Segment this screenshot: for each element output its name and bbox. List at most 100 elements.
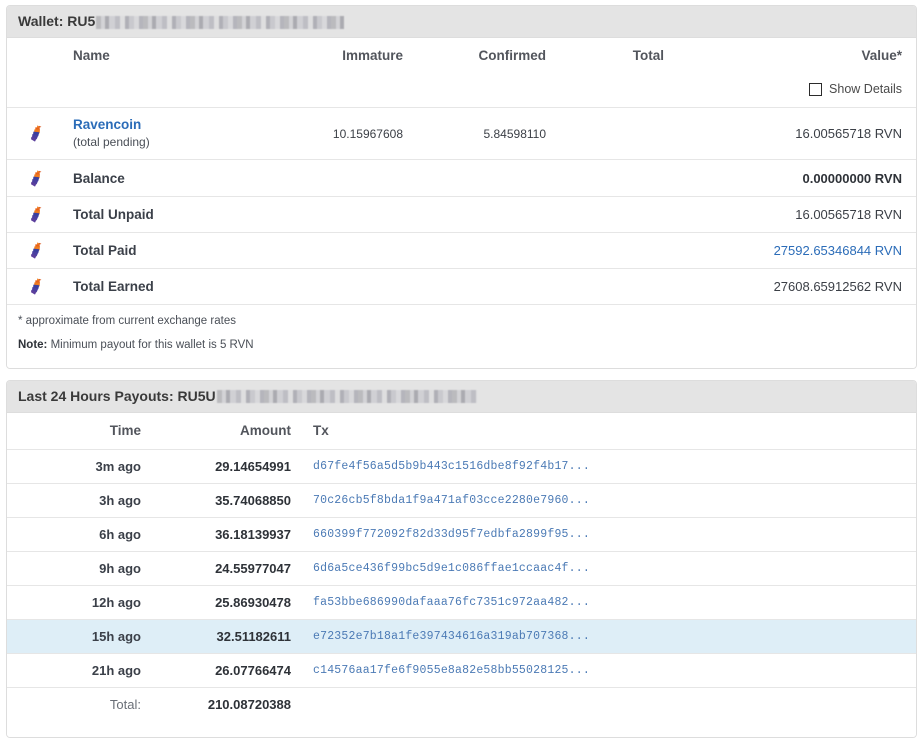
wallet-panel: Wallet: RU5 Name Immature Confirmed Tota… [6,5,917,369]
payouts-panel: Last 24 Hours Payouts: RU5U Time Amount … [6,380,917,738]
row-immature-cell [313,232,461,268]
row-confirmed-cell [461,160,611,196]
note-text: Minimum payout for this wallet is 5 RVN [47,339,253,351]
payout-total-label: Total: [7,687,159,721]
row-confirmed-cell [461,196,611,232]
payouts-table: Time Amount Tx 3m ago29.14654991d67fe4f5… [7,413,916,721]
ravencoin-icon [30,125,43,142]
payout-time: 12h ago [7,585,159,619]
payout-tx-link[interactable]: e72352e7b18a1fe397434616a319ab707368... [313,630,590,643]
coin-name-link[interactable]: Ravencoin [73,117,305,134]
page-root: Wallet: RU5 Name Immature Confirmed Tota… [0,0,923,671]
payout-tx-cell: 6d6a5ce436f99bc5d9e1c086ffae1ccaac4f... [301,551,916,585]
payout-tx-cell: e72352e7b18a1fe397434616a319ab707368... [301,619,916,653]
col-header-total: Total [611,38,736,74]
row-confirmed-cell [461,268,611,304]
col-header-name: Name [65,38,313,74]
col-header-confirmed: Confirmed [461,38,611,74]
row-immature-cell [313,268,461,304]
payout-tx-cell: c14576aa17fe6f9055e8a82e58bb55028125... [301,653,916,687]
row-coin-icon-cell [7,196,65,232]
wallet-table-row: Ravencoin(total pending)10.159676085.845… [7,108,916,160]
col-header-time: Time [7,413,159,450]
row-value-cell: 16.00565718 RVN [736,196,916,232]
payout-tx-link[interactable]: d67fe4f56a5d5b9b443c1516dbe8f92f4b17... [313,460,590,473]
payout-tx-cell: d67fe4f56a5d5b9b443c1516dbe8f92f4b17... [301,449,916,483]
minimum-payout-note: Note: Minimum payout for this wallet is … [18,338,905,354]
row-value-cell: 16.00565718 RVN [736,108,916,160]
row-immature-cell: 10.15967608 [313,108,461,160]
payout-amount: 36.18139937 [159,517,301,551]
wallet-panel-body: Name Immature Confirmed Total Value* Sho… [7,38,916,368]
payouts-rows: 3m ago29.14654991d67fe4f56a5d5b9b443c151… [7,449,916,721]
wallet-panel-header: Wallet: RU5 [7,6,916,38]
wallet-table-row: Total Earned 27608.65912562 RVN [7,268,916,304]
row-total-cell [611,268,736,304]
wallet-table-row: Balance0.00000000 RVN [7,160,916,196]
row-coin-icon-cell [7,232,65,268]
wallet-address-masked [96,16,344,29]
payout-row: 15h ago32.51182611 e72352e7b18a1fe3974346… [7,619,916,653]
wallet-table-header-row: Name Immature Confirmed Total Value* [7,38,916,74]
show-details-toggle[interactable]: Show Details [809,82,902,96]
payout-amount: 24.55977047 [159,551,301,585]
payout-row: 9h ago24.55977047 6d6a5ce436f99bc5d9e1c08… [7,551,916,585]
row-name-label: Total Paid [73,243,305,258]
row-name-label: Balance [73,171,305,186]
col-header-tx: Tx [301,413,916,450]
show-details-checkbox[interactable] [809,83,822,96]
row-total-cell [611,160,736,196]
wallet-summary-table: Name Immature Confirmed Total Value* Sho… [7,38,916,304]
payout-tx-cell: 70c26cb5f8bda1f9a471af03cce2280e7960... [301,483,916,517]
payout-tx-link[interactable]: 70c26cb5f8bda1f9a471af03cce2280e7960... [313,494,590,507]
wallet-footnotes: * approximate from current exchange rate… [7,304,916,368]
payout-total-row: Total:210.08720388 [7,687,916,721]
row-coin-icon-cell [7,160,65,196]
payout-tx-link[interactable]: 660399f772092f82d33d95f7edbfa2899f95... [313,528,590,541]
payout-time: 15h ago [7,619,159,653]
row-immature-cell [313,160,461,196]
wallet-title: Wallet: RU5 [18,14,95,28]
col-header-immature: Immature [313,38,461,74]
payout-amount: 35.74068850 [159,483,301,517]
show-details-label: Show Details [829,82,902,96]
row-coin-icon-cell [7,108,65,160]
row-name-cell: Total Paid [65,232,313,268]
row-total-cell [611,232,736,268]
payouts-footer-spacer [7,721,916,737]
col-header-icon [7,38,65,74]
payout-amount: 26.07766474 [159,653,301,687]
row-name-cell: Balance [65,160,313,196]
payout-row: 3h ago35.74068850 70c26cb5f8bda1f9a471af0… [7,483,916,517]
row-name-label: Total Unpaid [73,207,305,222]
payout-time: 9h ago [7,551,159,585]
payout-tx-link[interactable]: 6d6a5ce436f99bc5d9e1c086ffae1ccaac4f... [313,562,590,575]
row-name-cell: Total Earned [65,268,313,304]
col-header-amount: Amount [159,413,301,450]
payouts-address-masked [217,390,477,403]
row-name-cell: Ravencoin(total pending) [65,108,313,160]
wallet-table-row: Total Unpaid 16.00565718 RVN [7,196,916,232]
payout-amount: 32.51182611 [159,619,301,653]
payout-tx-link[interactable]: fa53bbe686990dafaaa76fc7351c972aa482... [313,596,590,609]
payout-time: 21h ago [7,653,159,687]
row-total-cell [611,196,736,232]
payout-amount: 29.14654991 [159,449,301,483]
row-name-sublabel: (total pending) [73,135,305,151]
payouts-panel-body: Time Amount Tx 3m ago29.14654991d67fe4f5… [7,413,916,737]
row-value-cell: 27608.65912562 RVN [736,268,916,304]
payout-tx-cell: fa53bbe686990dafaaa76fc7351c972aa482... [301,585,916,619]
row-coin-icon-cell [7,268,65,304]
exchange-rate-footnote: * approximate from current exchange rate… [18,314,905,330]
ravencoin-icon [30,278,43,295]
payout-row: 21h ago26.07766474 c14576aa17fe6f9055e8a8… [7,653,916,687]
payouts-title: Last 24 Hours Payouts: RU5U [18,389,216,403]
payout-total-amount: 210.08720388 [159,687,301,721]
row-name-cell: Total Unpaid [65,196,313,232]
payout-time: 3h ago [7,483,159,517]
payouts-panel-header: Last 24 Hours Payouts: RU5U [7,381,916,413]
row-value-cell[interactable]: 27592.65346844 RVN [736,232,916,268]
row-name-label: Total Earned [73,279,305,294]
payout-tx-link[interactable]: c14576aa17fe6f9055e8a82e58bb55028125... [313,664,590,677]
ravencoin-icon [30,170,43,187]
